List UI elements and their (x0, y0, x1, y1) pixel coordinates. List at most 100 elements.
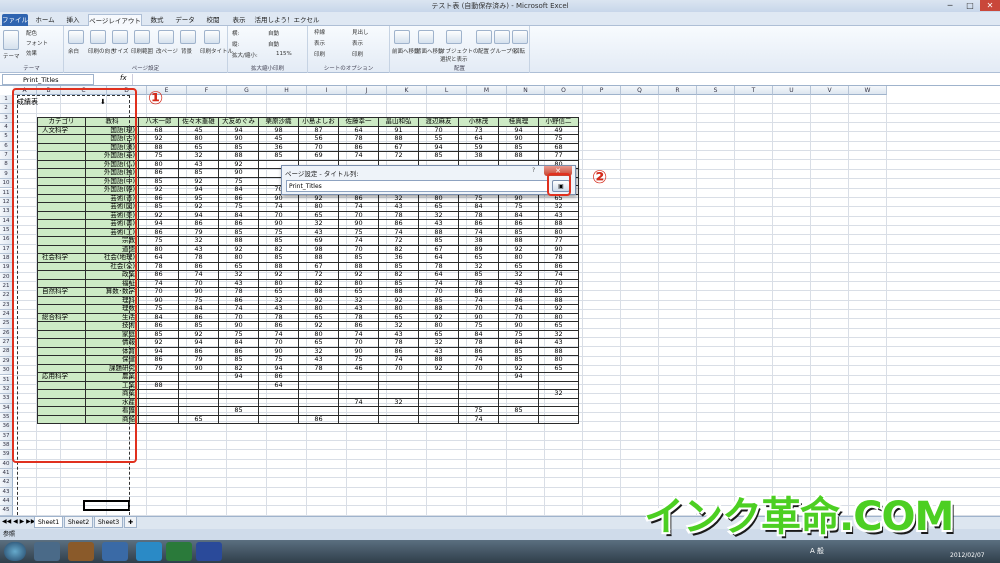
score-cell[interactable] (298, 406, 339, 416)
score-cell[interactable]: 78 (418, 261, 459, 271)
score-cell[interactable] (458, 389, 499, 399)
score-cell[interactable]: 95 (178, 193, 219, 203)
score-cell[interactable]: 78 (298, 363, 339, 373)
score-cell[interactable]: 85 (258, 151, 299, 161)
score-cell[interactable]: 78 (338, 312, 379, 322)
tab-formulas[interactable]: 数式 (146, 14, 168, 26)
score-cell[interactable]: 86 (458, 219, 499, 229)
score-cell[interactable]: 65 (178, 142, 219, 152)
scale-input[interactable]: 115% (276, 51, 292, 57)
margins-button[interactable]: 余白 (68, 47, 79, 55)
score-cell[interactable]: 65 (298, 338, 339, 348)
score-cell[interactable]: 78 (498, 287, 539, 297)
score-cell[interactable]: 88 (218, 151, 259, 161)
score-cell[interactable]: 78 (258, 312, 299, 322)
score-cell[interactable]: 86 (258, 372, 299, 382)
score-cell[interactable]: 74 (258, 202, 299, 212)
score-cell[interactable]: 90 (138, 295, 179, 305)
score-cell[interactable]: 85 (218, 406, 259, 416)
score-cell[interactable]: 65 (418, 329, 459, 339)
score-cell[interactable]: 75 (338, 355, 379, 365)
score-cell[interactable] (178, 397, 219, 407)
score-cell[interactable] (498, 397, 539, 407)
score-cell[interactable]: 80 (178, 134, 219, 144)
score-cell[interactable]: 94 (138, 219, 179, 229)
maximize-button[interactable]: □ (960, 0, 980, 11)
breaks-button[interactable]: 改ページ (156, 47, 178, 55)
score-cell[interactable]: 74 (378, 355, 419, 365)
score-cell[interactable]: 32 (298, 346, 339, 356)
score-cell[interactable]: 80 (298, 304, 339, 314)
column-header[interactable]: R (659, 86, 697, 95)
score-cell[interactable]: 70 (338, 244, 379, 254)
score-cell[interactable]: 84 (218, 338, 259, 348)
score-cell[interactable]: 74 (418, 278, 459, 288)
column-header[interactable]: F (187, 86, 227, 95)
score-cell[interactable]: 86 (338, 142, 379, 152)
score-cell[interactable]: 32 (538, 202, 579, 212)
help-button[interactable]: ? (532, 167, 535, 174)
score-cell[interactable]: 65 (178, 414, 219, 424)
tab-home[interactable]: ホーム (32, 14, 58, 26)
score-cell[interactable]: 82 (378, 270, 419, 280)
score-cell[interactable]: 90 (258, 219, 299, 229)
score-cell[interactable]: 88 (138, 380, 179, 390)
name-box[interactable]: Print_Titles (2, 74, 94, 85)
score-cell[interactable]: 72 (298, 270, 339, 280)
score-cell[interactable] (138, 397, 179, 407)
score-cell[interactable]: 32 (458, 261, 499, 271)
score-cell[interactable]: 86 (218, 193, 259, 203)
score-cell[interactable]: 65 (218, 261, 259, 271)
score-cell[interactable]: 64 (418, 253, 459, 263)
print-area-button[interactable]: 印刷範囲 (131, 47, 153, 55)
score-cell[interactable]: 67 (298, 261, 339, 271)
score-cell[interactable]: 32 (538, 389, 579, 399)
score-cell[interactable]: 90 (338, 219, 379, 229)
score-cell[interactable]: 36 (258, 142, 299, 152)
score-cell[interactable] (378, 406, 419, 416)
score-cell[interactable]: 92 (178, 329, 219, 339)
score-cell[interactable]: 84 (218, 210, 259, 220)
score-cell[interactable] (458, 397, 499, 407)
score-cell[interactable]: 75 (458, 321, 499, 331)
score-cell[interactable] (418, 380, 459, 390)
column-header[interactable]: L (427, 86, 467, 95)
score-cell[interactable]: 86 (258, 321, 299, 331)
score-cell[interactable]: 85 (178, 321, 219, 331)
score-cell[interactable]: 75 (338, 227, 379, 237)
score-cell[interactable]: 65 (538, 363, 579, 373)
row-header[interactable]: 40 (0, 459, 13, 469)
score-cell[interactable]: 65 (298, 312, 339, 322)
score-cell[interactable]: 78 (458, 338, 499, 348)
score-cell[interactable]: 86 (538, 261, 579, 271)
score-cell[interactable]: 85 (418, 295, 459, 305)
score-cell[interactable]: 70 (538, 278, 579, 288)
score-cell[interactable]: 65 (298, 210, 339, 220)
sheet-nav-icon[interactable]: ◀◀ ◀ ▶ ▶▶ (2, 518, 35, 525)
score-cell[interactable]: 85 (258, 236, 299, 246)
score-cell[interactable]: 43 (258, 304, 299, 314)
column-header[interactable]: S (697, 86, 735, 95)
score-cell[interactable]: 75 (258, 355, 299, 365)
score-cell[interactable]: 70 (458, 304, 499, 314)
score-cell[interactable]: 68 (138, 125, 179, 135)
score-cell[interactable]: 86 (138, 321, 179, 331)
row-header[interactable]: 45 (0, 506, 13, 516)
score-cell[interactable]: 78 (218, 287, 259, 297)
score-cell[interactable]: 59 (458, 142, 499, 152)
score-cell[interactable]: 88 (298, 287, 339, 297)
score-cell[interactable]: 69 (298, 236, 339, 246)
score-cell[interactable]: 86 (338, 321, 379, 331)
score-cell[interactable]: 65 (378, 312, 419, 322)
score-cell[interactable]: 68 (538, 142, 579, 152)
score-cell[interactable]: 73 (458, 125, 499, 135)
score-cell[interactable] (138, 372, 179, 382)
score-cell[interactable]: 94 (138, 346, 179, 356)
score-cell[interactable]: 43 (298, 355, 339, 365)
column-header[interactable]: Q (621, 86, 659, 95)
score-cell[interactable]: 88 (338, 261, 379, 271)
score-cell[interactable]: 80 (538, 312, 579, 322)
score-cell[interactable]: 85 (138, 176, 179, 186)
headings-view-checkbox[interactable]: 表示 (352, 39, 363, 47)
score-cell[interactable]: 32 (418, 338, 459, 348)
